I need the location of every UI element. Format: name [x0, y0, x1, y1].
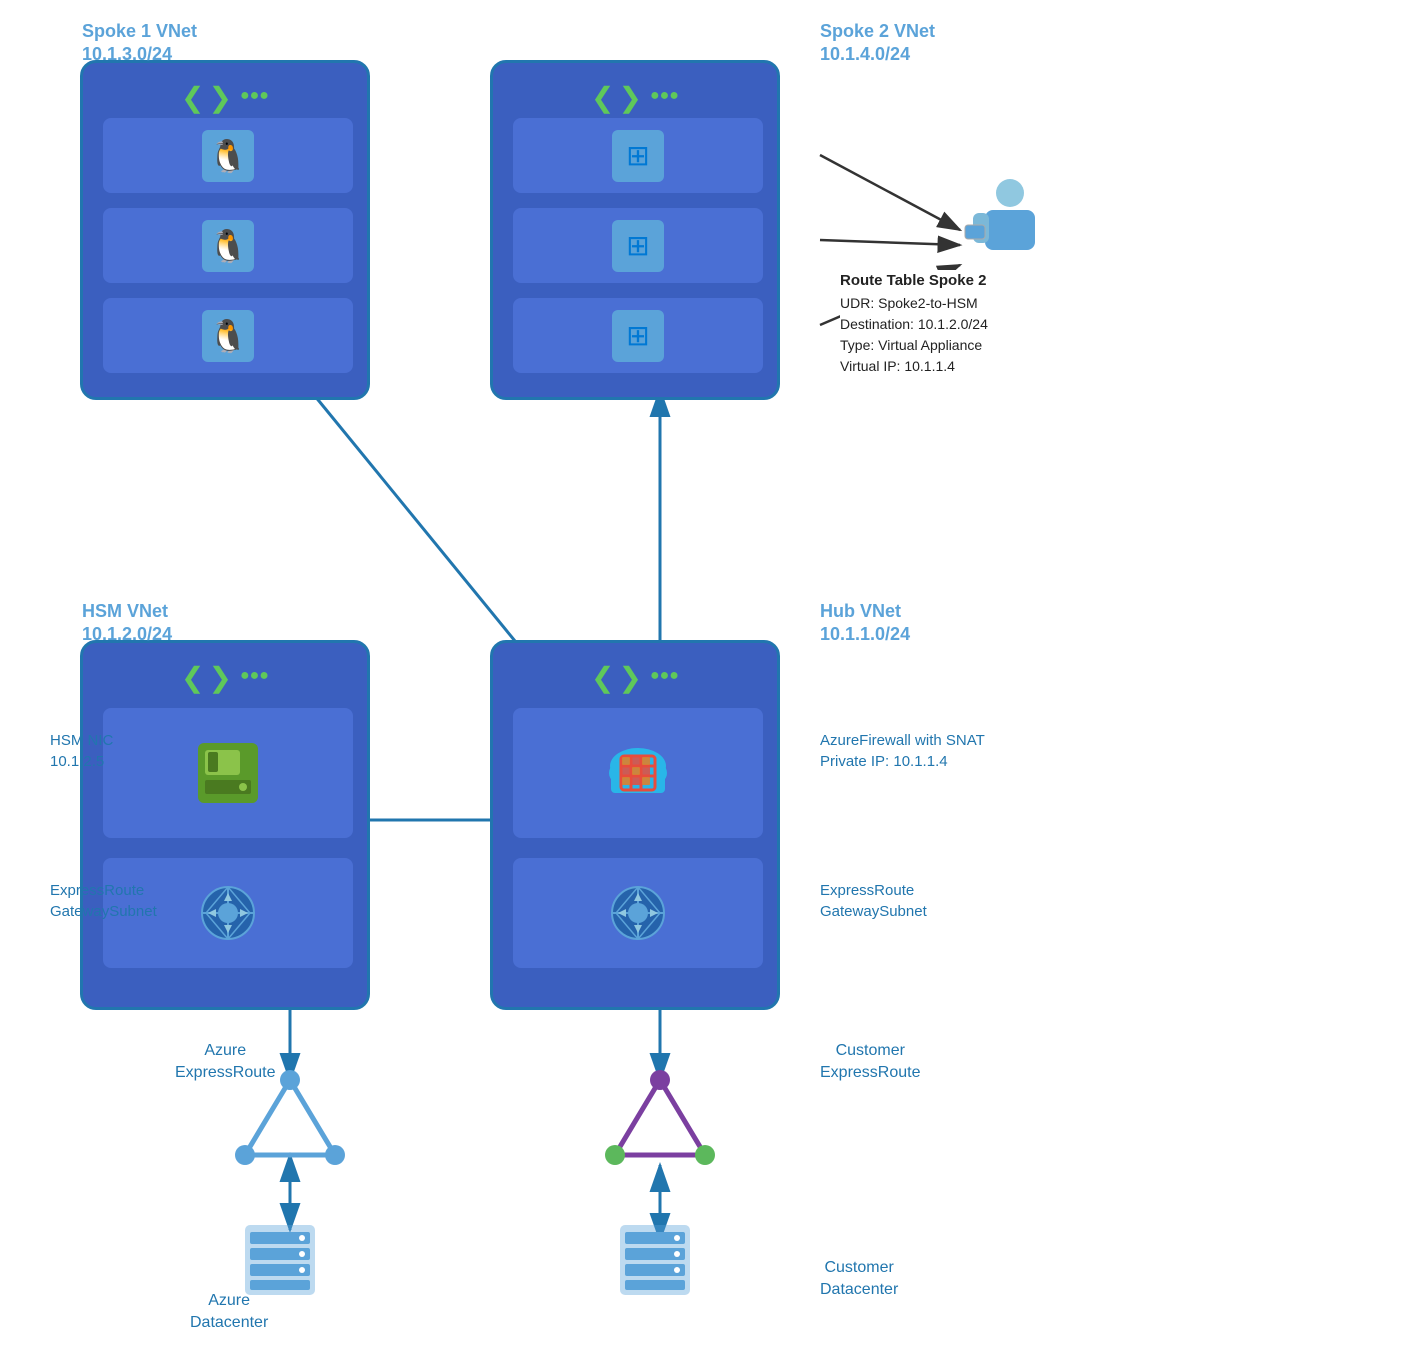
customer-text: Customer — [824, 1259, 893, 1276]
spoke2-subnet-header: ❮❯ ●●● — [493, 73, 777, 114]
hsm-vnet-label: HSM VNet 10.1.2.0/24 — [82, 600, 172, 647]
azure-dc-svg — [230, 1220, 330, 1300]
spoke1-label: Spoke 1 VNet 10.1.3.0/24 — [82, 20, 197, 67]
customer-person-icon — [945, 175, 1045, 265]
route-table-type: Type: Virtual Appliance — [840, 335, 988, 356]
hub-subnet-header: ❮❯ ●●● — [493, 653, 777, 694]
hub-firewall-icon — [513, 708, 763, 838]
hub-fw-label-text: AzureFirewall with SNAT — [820, 732, 985, 749]
spoke1-subnet-text: 10.1.3.0/24 — [82, 44, 172, 64]
hub-vnet-label: Hub VNet 10.1.1.0/24 — [820, 600, 910, 647]
firewall-svg — [603, 738, 673, 808]
person-svg — [955, 175, 1035, 265]
hub-label-text: Hub VNet — [820, 601, 901, 621]
customer-er-svg — [600, 1070, 720, 1170]
hub-firewall-label: AzureFirewall with SNAT Private IP: 10.1… — [820, 730, 985, 772]
customer-dc-svg — [605, 1220, 705, 1300]
hsm-subnet-header: ❮❯ ●●● — [83, 653, 367, 694]
spoke2-vm1: ⊞ — [513, 118, 763, 193]
spoke1-vm2: 🐧 — [103, 208, 353, 283]
hub-gateway-svg — [608, 883, 668, 943]
azure-expressroute-icon — [230, 1070, 350, 1175]
hsm-nic-name: HSM NIC — [50, 732, 113, 749]
route-table-vip: Virtual IP: 10.1.1.4 — [840, 356, 988, 377]
spoke2-label-text: Spoke 2 VNet — [820, 21, 935, 41]
spoke2-vm3: ⊞ — [513, 298, 763, 373]
spoke1-vnet-box: ❮❯ ●●● 🐧 🐧 🐧 — [80, 60, 370, 400]
hub-subnet-text: 10.1.1.0/24 — [820, 624, 910, 644]
route-table-annotation: Route Table Spoke 2 UDR: Spoke2-to-HSM D… — [840, 270, 988, 377]
hsm-device-icon — [103, 708, 353, 838]
azure-er-label: AzureExpressRoute — [175, 1040, 276, 1085]
hsm-label-text: HSM VNet — [82, 601, 168, 621]
route-table-dest: Destination: 10.1.2.0/24 — [840, 314, 988, 335]
hsm-nic-label: HSM NIC 10.1.2.5 — [50, 730, 113, 772]
spoke2-subnet-text: 10.1.4.0/24 — [820, 44, 910, 64]
customer-dc-label: CustomerDatacenter — [820, 1257, 898, 1302]
route-table-title: Route Table Spoke 2 — [840, 270, 988, 293]
azure-er-svg — [230, 1070, 350, 1170]
hsm-vnet-box: ❮❯ ●●● — [80, 640, 370, 1010]
hsm-gateway-svg — [198, 883, 258, 943]
spoke1-subnet-header: ❮❯ ●●● — [83, 73, 367, 114]
hub-gateway-label: ExpressRouteGatewaySubnet — [820, 880, 927, 922]
hub-vnet-box: ❮❯ ●●● — [490, 640, 780, 1010]
customer-er-label: CustomerExpressRoute — [820, 1040, 921, 1085]
hsm-subnet-text: 10.1.2.0/24 — [82, 624, 172, 644]
hub-fw-ip-text: Private IP: 10.1.1.4 — [820, 753, 948, 770]
azure-dc-label: AzureDatacenter — [190, 1290, 268, 1335]
spoke1-vm1: 🐧 — [103, 118, 353, 193]
hsm-nic-ip: 10.1.2.5 — [50, 753, 104, 770]
customer-expressroute-icon — [600, 1070, 720, 1175]
spoke1-vm3: 🐧 — [103, 298, 353, 373]
spoke2-label: Spoke 2 VNet 10.1.4.0/24 — [820, 20, 935, 67]
hub-gateway-icon — [513, 858, 763, 968]
spoke2-vnet-box: ❮❯ ●●● ⊞ ⊞ ⊞ — [490, 60, 780, 400]
hsm-gateway-label: ExpressRouteGatewaySubnet — [50, 880, 157, 922]
spoke2-vm2: ⊞ — [513, 208, 763, 283]
route-table-udr: UDR: Spoke2-to-HSM — [840, 293, 988, 314]
customer-datacenter-icon — [605, 1220, 705, 1305]
spoke1-label-text: Spoke 1 VNet — [82, 21, 197, 41]
diagram-container: ❮❯ ●●● 🐧 🐧 🐧 Spoke 1 VNet 10.1.3.0/24 ❮❯… — [0, 0, 1415, 1355]
hsm-icon-svg — [193, 738, 263, 808]
